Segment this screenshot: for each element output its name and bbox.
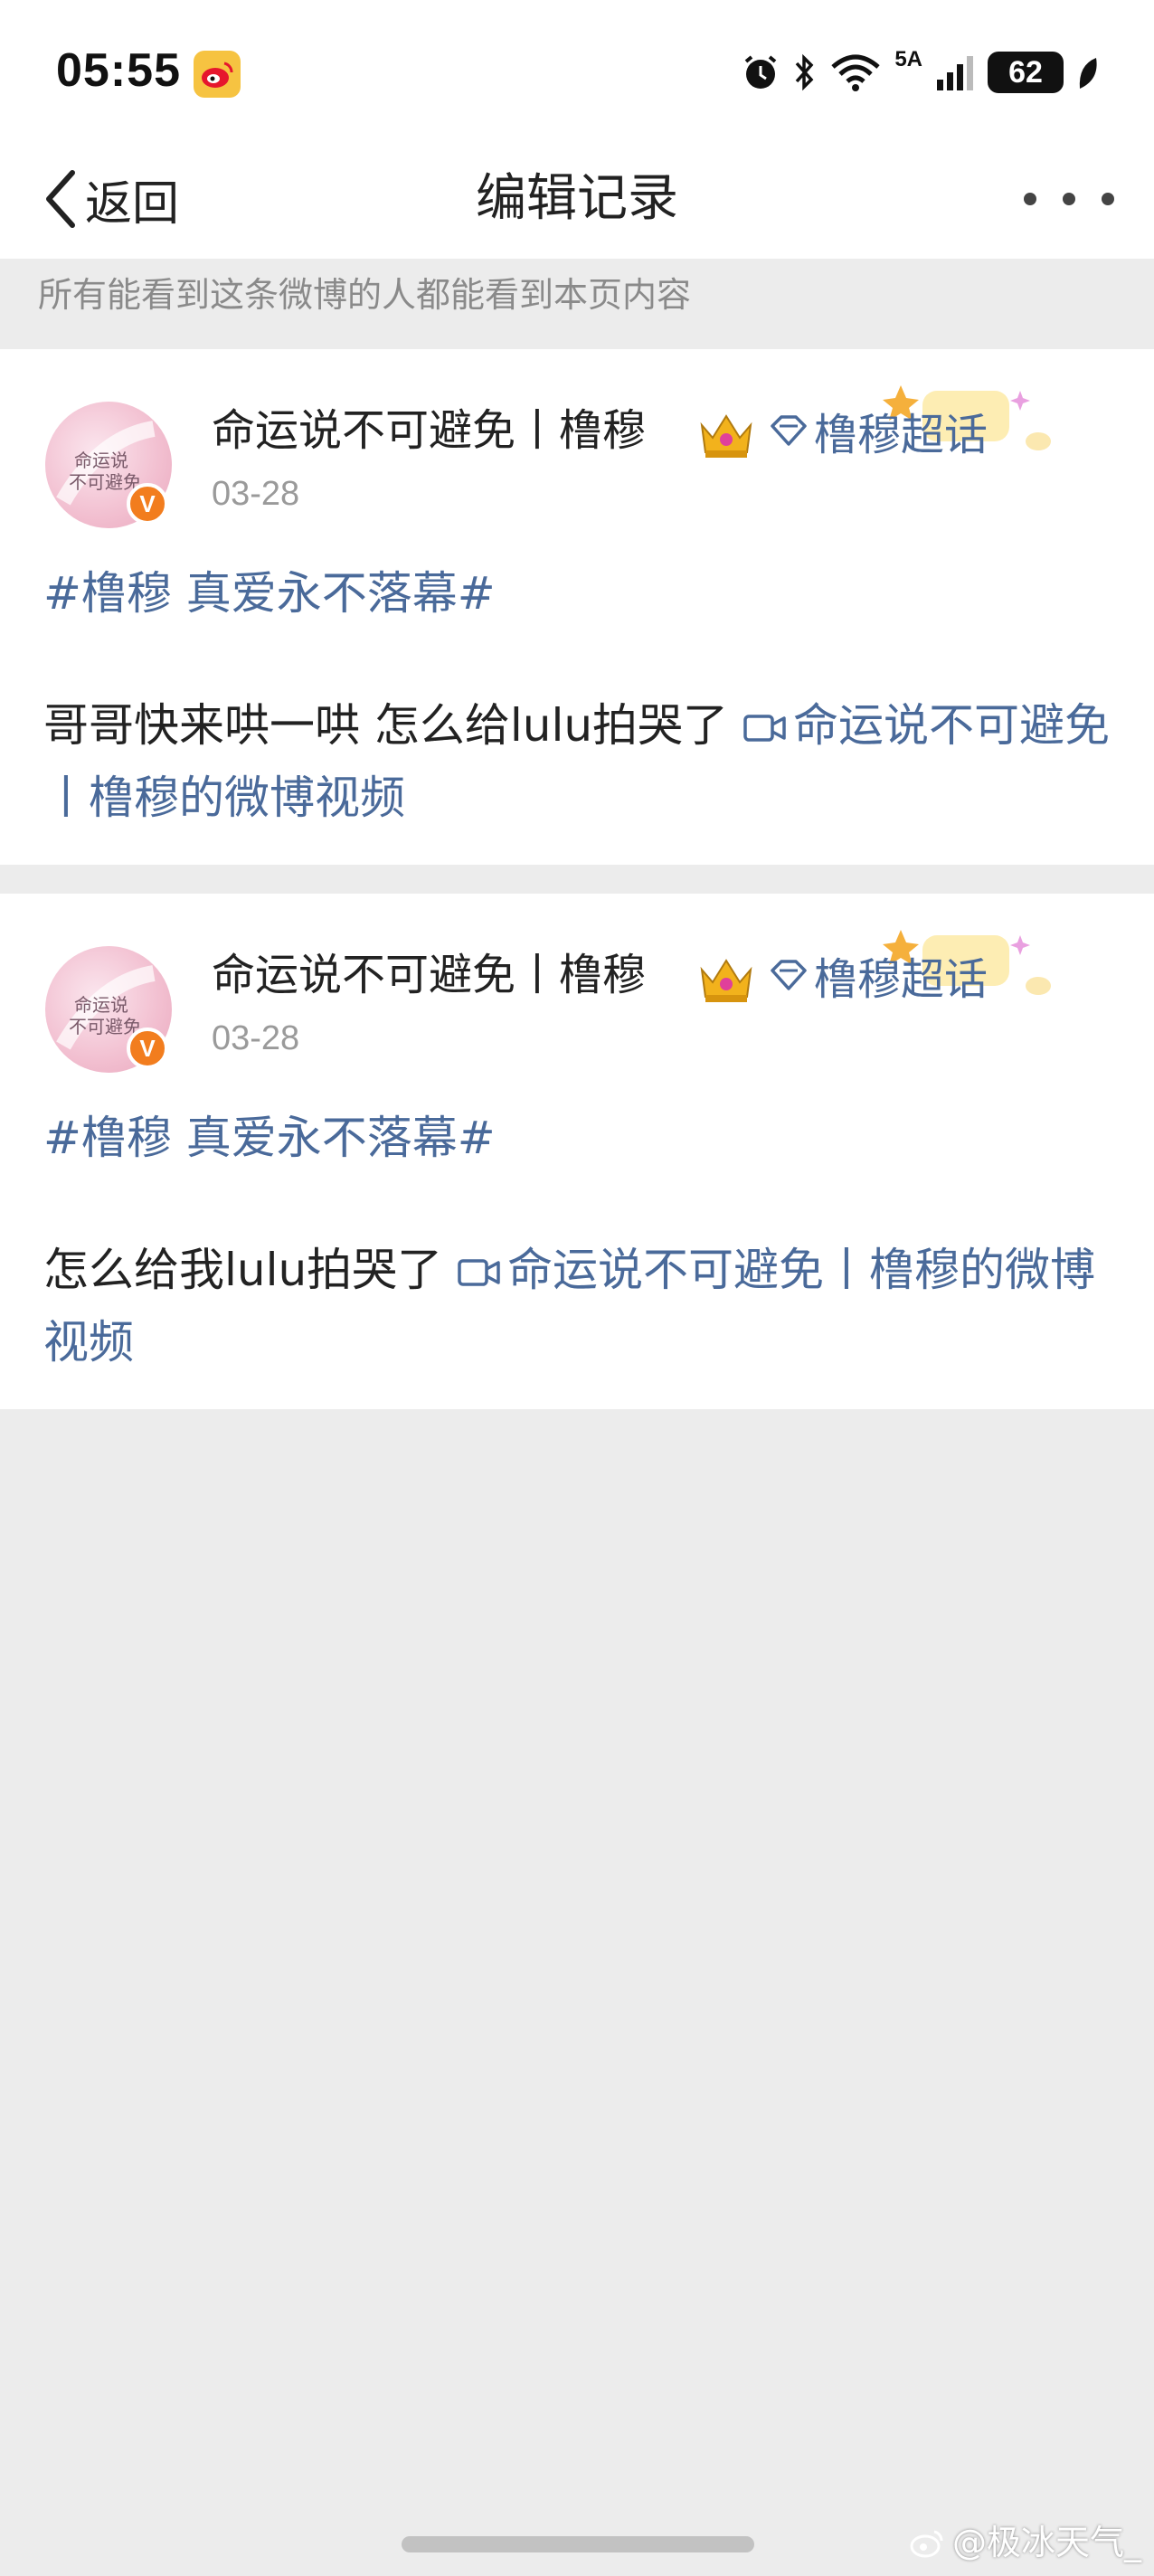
svg-text:不可避免: 不可避免: [69, 471, 141, 493]
leaf-icon: [1079, 58, 1097, 89]
visibility-notice: 所有能看到这条微博的人都能看到本页内容: [0, 259, 1154, 349]
svg-text:不可避免: 不可避免: [69, 1016, 141, 1037]
status-bar: 05:55 5A 62: [0, 0, 1154, 136]
verified-badge-icon: V: [127, 483, 168, 525]
super-topic-link[interactable]: 橹穆超话: [769, 394, 988, 467]
home-indicator[interactable]: [402, 2536, 754, 2552]
post-text: 哥哥快来哄一哄 怎么给lulu拍哭了 命运说不可避免丨橹穆的微博视频: [43, 689, 1120, 834]
alarm-icon: [745, 55, 777, 89]
hashtag-link[interactable]: #橹穆 真爱永不落幕#: [43, 1102, 496, 1174]
hashtag-link[interactable]: #橹穆 真爱永不落幕#: [43, 557, 496, 630]
more-dots-icon: [1024, 193, 1036, 205]
super-topic-link[interactable]: 橹穆超话: [769, 939, 988, 1011]
signal-icon: [937, 56, 973, 90]
edit-record-card: 命运说 不可避免 V 命运说不可避免丨橹穆 橹穆超话 03-28 #橹穆 真爱永…: [0, 894, 1154, 1409]
post-text-content: 哥哥快来哄一哄 怎么给lulu拍哭了: [43, 699, 743, 752]
post-date: 03-28: [212, 475, 300, 513]
watermark-label: @极冰天气_: [951, 2523, 1141, 2562]
crown-icon: [700, 414, 752, 458]
post-text-content: 怎么给我lulu拍哭了: [43, 1244, 458, 1296]
diamond-icon: [771, 415, 807, 446]
diamond-icon: [771, 960, 807, 990]
super-topic-label: 橹穆超话: [814, 954, 988, 1005]
network-type-label: 5A: [894, 47, 922, 71]
weibo-notification-icon: [194, 51, 241, 98]
svg-text:命运说: 命运说: [74, 450, 128, 471]
post-text: 怎么给我lulu拍哭了 命运说不可避免丨橹穆的微博视频: [43, 1234, 1120, 1378]
status-indicators: 5A 62: [741, 47, 1100, 98]
weibo-logo-icon: [910, 2530, 943, 2558]
bluetooth-icon: [796, 53, 814, 91]
nav-bar: 返回 编辑记录: [0, 136, 1154, 259]
svg-text:命运说: 命运说: [74, 994, 128, 1016]
user-name[interactable]: 命运说不可避免丨橹穆: [212, 394, 646, 467]
crown-icon: [700, 959, 752, 1002]
post-date: 03-28: [212, 1019, 300, 1057]
more-options-button[interactable]: [1024, 172, 1114, 226]
super-topic-label: 橹穆超话: [814, 410, 988, 460]
page-title: 编辑记录: [476, 169, 678, 228]
user-name[interactable]: 命运说不可避免丨橹穆: [212, 939, 646, 1011]
video-camera-icon: [743, 715, 786, 742]
status-time: 05:55: [56, 44, 181, 97]
wifi-icon: [831, 54, 880, 91]
battery-indicator: 62: [988, 52, 1064, 93]
verified-badge-icon: V: [127, 1028, 168, 1069]
edit-record-card: 命运说 不可避免 V 命运说不可避免丨橹穆 橹穆超话 03-28 #橹穆 真爱永…: [0, 349, 1154, 865]
watermark: @极冰天气_: [907, 2520, 1141, 2565]
video-camera-icon: [458, 1259, 500, 1286]
